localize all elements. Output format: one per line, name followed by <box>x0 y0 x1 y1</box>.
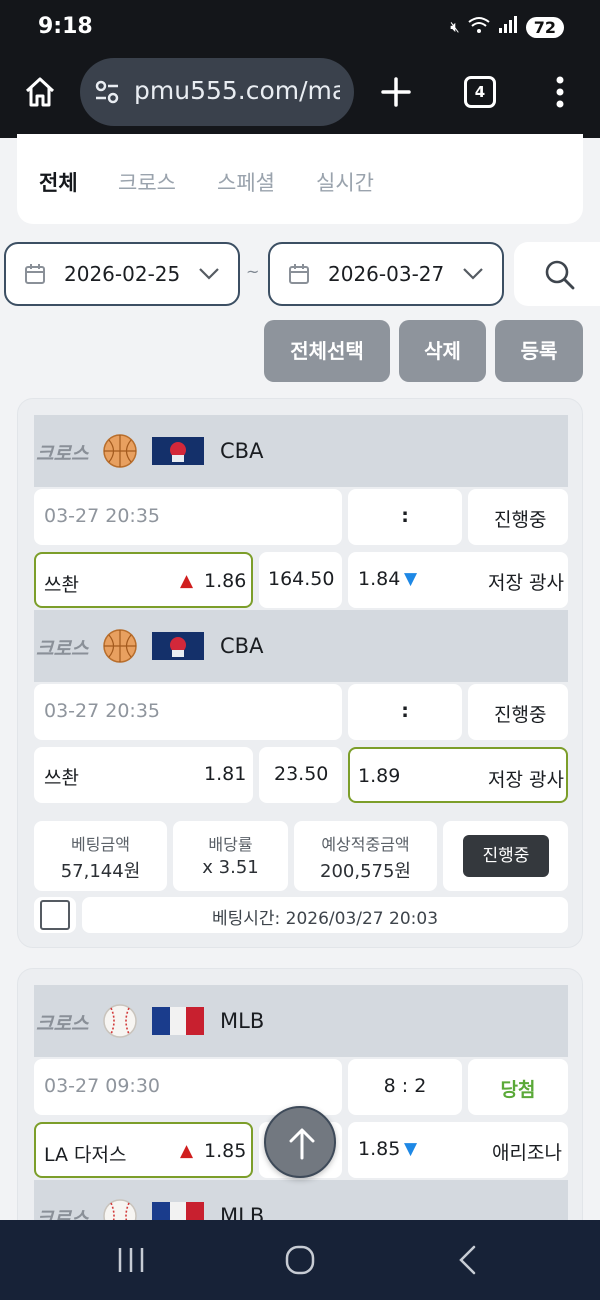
end-date-picker[interactable]: 2026-03-27 <box>268 242 504 306</box>
away-odds: 1.89 <box>358 765 401 787</box>
bet-select-checkbox[interactable] <box>40 900 70 930</box>
plus-icon <box>381 77 411 107</box>
browser-menu-button[interactable] <box>548 76 572 108</box>
home-team: 쓰촨 <box>44 767 79 789</box>
away-odds-option[interactable]: 1.84 ▼ 저장 광사 <box>348 552 568 608</box>
calendar-icon <box>289 264 309 284</box>
home-button[interactable] <box>22 74 58 110</box>
home-icon <box>25 77 55 107</box>
address-bar[interactable]: pmu555.com/main <box>80 58 354 126</box>
home-odds-option[interactable]: 쓰촨 ▲ 1.86 <box>34 552 253 608</box>
away-odds-option[interactable]: 1.89 저장 광사 <box>348 747 568 803</box>
status-icons: 🔇︎ 72 <box>450 16 564 38</box>
site-settings-icon[interactable] <box>94 79 120 105</box>
league-header: 크로스 CBA <box>34 610 568 682</box>
category-tab-bar: 전체 크로스 스페셜 실시간 <box>17 134 583 224</box>
cba-logo-icon <box>152 437 204 465</box>
end-date-value: 2026-03-27 <box>328 262 445 286</box>
away-team: 저장 광사 <box>488 572 564 594</box>
battery-indicator: 72 <box>525 16 564 38</box>
wifi-icon <box>468 16 490 38</box>
tab-live[interactable]: 실시간 <box>316 167 374 197</box>
odds-summary: 배당률 x 3.51 <box>173 821 288 891</box>
bet-slip-card: 크로스 CBA 03-27 20:35 : 진행중 쓰촨 ▲ 1.86 164.… <box>17 398 583 948</box>
match-datetime: 03-27 20:35 <box>34 684 342 740</box>
away-odds: 1.85 <box>358 1138 401 1160</box>
basketball-icon <box>103 629 137 663</box>
home-odds-option[interactable]: LA 다저스 ▲ 1.85 <box>34 1122 253 1178</box>
status-time: 9:18 <box>38 14 93 39</box>
chevron-down-icon <box>463 268 483 280</box>
away-team: 저장 광사 <box>488 769 564 791</box>
match-score: 8 : 2 <box>348 1059 462 1115</box>
search-button[interactable] <box>514 242 600 306</box>
delete-button[interactable]: 삭제 <box>399 320 486 382</box>
more-vert-icon <box>556 76 564 108</box>
match-status: 진행중 <box>468 684 568 740</box>
league-header: 크로스 CBA <box>34 415 568 487</box>
odds-down-icon: ▼ <box>404 569 418 589</box>
league-name: MLB <box>220 1009 265 1033</box>
match-score: : <box>348 684 462 740</box>
calendar-icon <box>25 264 45 284</box>
chevron-down-icon <box>199 268 219 280</box>
signal-icon <box>498 16 518 38</box>
cba-logo-icon <box>152 632 204 660</box>
away-odds-option[interactable]: 1.85 ▼ 애리조나 <box>348 1122 568 1178</box>
home-odds-option[interactable]: 쓰촨 1.81 <box>34 747 253 803</box>
tab-all[interactable]: 전체 <box>39 167 78 197</box>
date-range-separator: ~ <box>246 262 260 281</box>
tab-special[interactable]: 스페셜 <box>217 167 275 197</box>
tab-cross[interactable]: 크로스 <box>118 167 176 197</box>
match-score: : <box>348 489 462 545</box>
select-all-button[interactable]: 전체선택 <box>264 320 390 382</box>
bet-status-badge[interactable]: 진행중 <box>463 835 549 877</box>
scroll-top-button[interactable] <box>264 1106 336 1178</box>
start-date-picker[interactable]: 2026-02-25 <box>4 242 240 306</box>
stake-summary: 베팅금액 57,144원 <box>34 821 167 891</box>
league-name: CBA <box>220 439 264 463</box>
search-icon <box>545 260 575 290</box>
system-nav-bar <box>0 1220 600 1300</box>
tab-switcher-button[interactable]: 4 <box>464 76 496 108</box>
bet-status-cell: 진행중 <box>443 821 568 891</box>
bet-type-tag: 크로스 <box>36 1013 89 1035</box>
payout-summary: 예상적중금액 200,575원 <box>294 821 437 891</box>
odds-up-icon: ▲ <box>180 571 194 591</box>
match-status: 진행중 <box>468 489 568 545</box>
back-nav-icon[interactable] <box>456 1244 478 1276</box>
handicap-line[interactable]: 23.50 <box>259 747 342 803</box>
url-text[interactable]: pmu555.com/main <box>134 76 340 105</box>
arrow-up-icon <box>289 1128 315 1160</box>
start-date-value: 2026-02-25 <box>64 262 181 286</box>
home-team: LA 다저스 <box>44 1144 127 1166</box>
new-tab-button[interactable] <box>380 76 412 108</box>
register-button[interactable]: 등록 <box>495 320 583 382</box>
basketball-icon <box>103 434 137 468</box>
away-odds: 1.84 <box>358 568 401 590</box>
browser-chrome: 9:18 🔇︎ 72 pmu555.com/main 4 <box>0 0 600 138</box>
handicap-line[interactable]: 164.50 <box>259 552 342 608</box>
odds-up-icon: ▲ <box>180 1141 194 1161</box>
home-odds: 1.81 <box>204 763 247 785</box>
away-team: 애리조나 <box>492 1142 562 1164</box>
bet-type-tag: 크로스 <box>36 443 89 465</box>
match-status: 당첨 <box>468 1059 568 1115</box>
league-header: 크로스 MLB <box>34 985 568 1057</box>
odds-down-icon: ▼ <box>404 1139 418 1159</box>
home-team: 쓰촨 <box>44 574 79 596</box>
home-odds: 1.86 <box>204 570 247 592</box>
mlb-logo-icon <box>152 1007 204 1035</box>
bet-time: 베팅시간: 2026/03/27 20:03 <box>82 897 568 933</box>
bet-type-tag: 크로스 <box>36 638 89 660</box>
recent-apps-icon[interactable] <box>116 1246 146 1274</box>
baseball-icon <box>103 1004 137 1038</box>
match-datetime: 03-27 20:35 <box>34 489 342 545</box>
mute-icon: 🔇︎ <box>450 18 460 36</box>
home-odds: 1.85 <box>204 1140 247 1162</box>
home-nav-icon[interactable] <box>284 1244 316 1276</box>
bet-checkbox-cell <box>34 897 76 933</box>
league-name: CBA <box>220 634 264 658</box>
